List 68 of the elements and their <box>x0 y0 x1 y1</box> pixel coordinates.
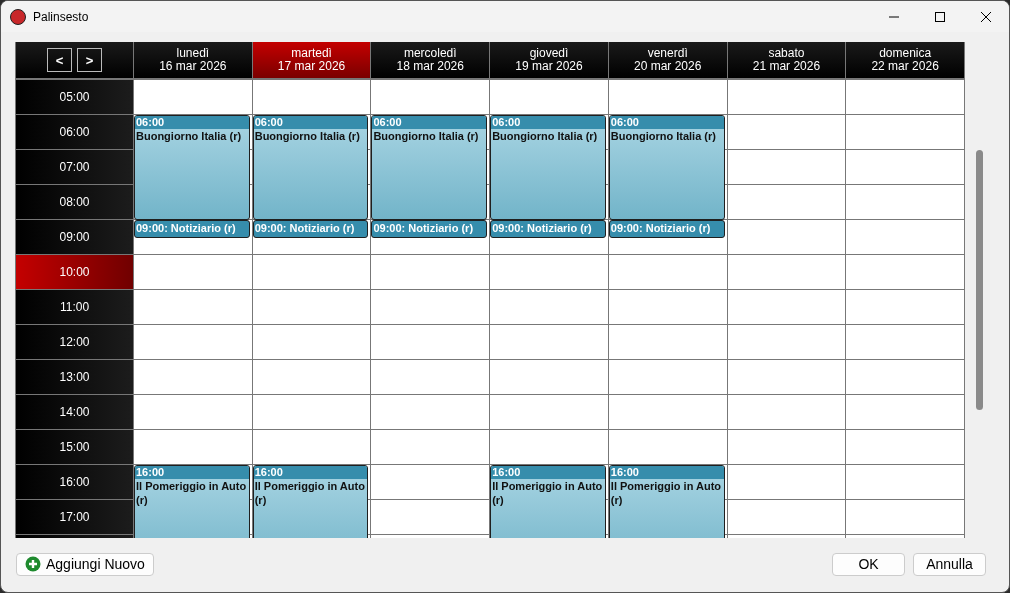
time-label: 10:00 <box>16 255 134 290</box>
program-block[interactable]: 16:00 Il Pomeriggio in Auto (r) <box>608 465 725 538</box>
program-block[interactable]: 06:00 Buongiorno Italia (r) <box>252 115 369 220</box>
program-title: Buongiorno Italia (r) <box>372 129 480 143</box>
program-title: 09:00: Notiziario (r) <box>609 221 712 235</box>
ok-button[interactable]: OK <box>832 552 905 576</box>
add-new-button[interactable]: Aggiungi Nuovo <box>16 552 154 576</box>
day-header[interactable]: martedì 17 mar 2026 <box>252 42 372 78</box>
program-block[interactable]: 06:00 Buongiorno Italia (r) <box>371 115 488 220</box>
program-time: 06:00 <box>372 116 487 129</box>
day-header[interactable]: sabato 21 mar 2026 <box>727 42 847 78</box>
day-header[interactable]: lunedì 16 mar 2026 <box>134 42 253 78</box>
day-header[interactable]: domenica 22 mar 2026 <box>846 42 965 78</box>
close-icon <box>981 11 991 22</box>
day-header[interactable]: venerdì 20 mar 2026 <box>608 42 728 78</box>
program-block[interactable]: 06:00 Buongiorno Italia (r) <box>490 115 606 220</box>
program-time: 16:00 <box>609 466 724 479</box>
program-title: Il Pomeriggio in Auto (r) <box>609 479 723 507</box>
time-label: 05:00 <box>16 80 134 115</box>
plus-icon <box>25 556 41 572</box>
program-title: Buongiorno Italia (r) <box>609 129 717 143</box>
program-time: 06:00 <box>135 116 249 129</box>
window-title: Palinsesto <box>33 9 90 24</box>
time-label: 08:00 <box>16 185 134 220</box>
program-time: 16:00 <box>253 466 368 479</box>
program-block[interactable]: 16:00 Il Pomeriggio in Auto (r) <box>490 465 606 538</box>
time-label: 09:00 <box>16 220 134 255</box>
time-label: 16:00 <box>16 465 134 500</box>
program-title: Il Pomeriggio in Auto (r) <box>253 479 366 507</box>
program-block[interactable]: 09:00: Notiziario (r) <box>608 220 725 238</box>
cancel-button[interactable]: Annulla <box>913 552 986 576</box>
time-label: 14:00 <box>16 395 134 430</box>
time-label: 17:00 <box>16 500 134 535</box>
program-title: Buongiorno Italia (r) <box>135 129 243 143</box>
program-time: 16:00 <box>491 466 605 479</box>
program-time: 06:00 <box>609 116 724 129</box>
program-block[interactable]: 06:00 Buongiorno Italia (r) <box>134 115 250 220</box>
program-time: 06:00 <box>491 116 605 129</box>
program-block[interactable]: 06:00 Buongiorno Italia (r) <box>608 115 725 220</box>
time-label: 15:00 <box>16 430 134 465</box>
maximize-icon <box>935 11 945 22</box>
program-block[interactable]: 16:00 Il Pomeriggio in Auto (r) <box>252 465 369 538</box>
day-header[interactable]: mercoledì 18 mar 2026 <box>371 42 491 78</box>
time-label: 11:00 <box>16 290 134 325</box>
time-label: 12:00 <box>16 325 134 360</box>
program-title: 09:00: Notiziario (r) <box>253 221 356 235</box>
program-title: Il Pomeriggio in Auto (r) <box>491 479 604 507</box>
program-block[interactable]: 09:00: Notiziario (r) <box>252 220 369 238</box>
time-label: 06:00 <box>16 115 134 150</box>
program-title: 09:00: Notiziario (r) <box>491 221 593 235</box>
program-time: 16:00 <box>135 466 249 479</box>
program-block[interactable]: 16:00 Il Pomeriggio in Auto (r) <box>134 465 250 538</box>
previous-week-button[interactable]: < <box>47 48 72 72</box>
program-block[interactable]: 09:00: Notiziario (r) <box>134 220 250 238</box>
day-header[interactable]: giovedì 19 mar 2026 <box>490 42 609 78</box>
program-title: Il Pomeriggio in Auto (r) <box>135 479 248 507</box>
program-title: 09:00: Notiziario (r) <box>135 221 237 235</box>
program-title: 09:00: Notiziario (r) <box>372 221 475 235</box>
app-icon <box>10 8 26 25</box>
program-time: 06:00 <box>253 116 368 129</box>
program-title: Buongiorno Italia (r) <box>491 129 599 143</box>
program-block[interactable]: 09:00: Notiziario (r) <box>490 220 606 238</box>
time-label: 13:00 <box>16 360 134 395</box>
scrollbar-thumb[interactable] <box>976 150 983 410</box>
time-label: 07:00 <box>16 150 134 185</box>
program-block[interactable]: 09:00: Notiziario (r) <box>371 220 488 238</box>
next-week-button[interactable]: > <box>77 48 102 72</box>
program-title: Buongiorno Italia (r) <box>253 129 361 143</box>
